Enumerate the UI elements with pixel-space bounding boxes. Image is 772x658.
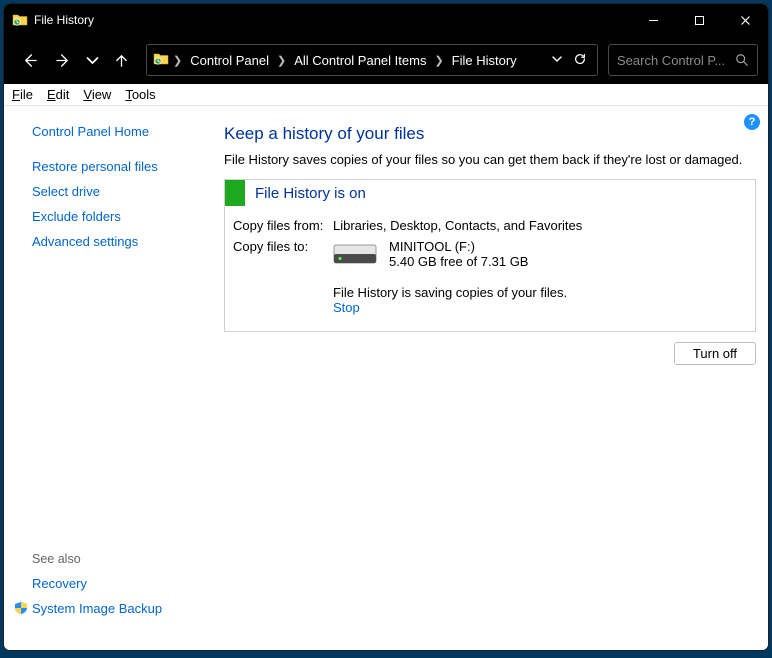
address-dropdown-icon[interactable] [551,53,563,68]
page-description: File History saves copies of your files … [224,152,756,167]
nav-recent-dropdown[interactable] [82,45,102,75]
sidebar-recovery[interactable]: Recovery [32,576,204,591]
nav-forward-button[interactable] [48,45,78,75]
sidebar-exclude-folders[interactable]: Exclude folders [32,209,204,224]
maximize-button[interactable] [676,4,722,36]
drive-name: MINITOOL (F:) [389,239,528,254]
sidebar-control-panel-home[interactable]: Control Panel Home [32,124,204,139]
copy-to-label: Copy files to: [233,239,333,269]
sidebar-select-drive[interactable]: Select drive [32,184,204,199]
address-bar[interactable]: ❯ Control Panel ❯ All Control Panel Item… [146,44,598,76]
copy-from-label: Copy files from: [233,218,333,233]
menu-edit[interactable]: Edit [47,87,69,102]
search-input[interactable]: Search Control P... [608,44,758,76]
page-title: Keep a history of your files [224,124,756,144]
refresh-button[interactable] [573,52,587,69]
address-icon [153,51,169,70]
menu-file[interactable]: File [12,87,33,102]
chevron-right-icon: ❯ [275,54,288,67]
chevron-right-icon: ❯ [171,54,184,67]
drive-space: 5.40 GB free of 7.31 GB [389,254,528,269]
see-also-label: See also [32,552,204,566]
nav-up-button[interactable] [106,45,136,75]
sidebar-restore-personal-files[interactable]: Restore personal files [32,159,204,174]
chevron-right-icon: ❯ [432,54,445,67]
menu-tools[interactable]: Tools [125,87,155,102]
shield-icon [14,601,28,615]
nav-back-button[interactable] [14,45,44,75]
app-icon [12,12,28,28]
drive-icon [333,241,377,267]
status-title: File History is on [245,185,366,202]
breadcrumb-item[interactable]: File History [448,53,521,68]
file-history-status-box: File History is on Copy files from: Libr… [224,179,756,332]
close-button[interactable] [722,4,768,36]
breadcrumb-item[interactable]: All Control Panel Items [290,53,430,68]
activity-text: File History is saving copies of your fi… [333,285,747,300]
status-color-swatch [225,180,245,206]
copy-from-value: Libraries, Desktop, Contacts, and Favori… [333,218,582,233]
search-placeholder: Search Control P... [617,53,735,68]
minimize-button[interactable] [630,4,676,36]
stop-link[interactable]: Stop [333,300,747,315]
help-button[interactable]: ? [744,114,760,130]
sidebar-system-image-backup[interactable]: System Image Backup [14,601,204,616]
menu-view[interactable]: View [83,87,111,102]
window-title: File History [34,13,94,27]
search-icon [735,53,749,67]
breadcrumb-item[interactable]: Control Panel [186,53,273,68]
turn-off-button[interactable]: Turn off [674,342,756,365]
sidebar-advanced-settings[interactable]: Advanced settings [32,234,204,249]
